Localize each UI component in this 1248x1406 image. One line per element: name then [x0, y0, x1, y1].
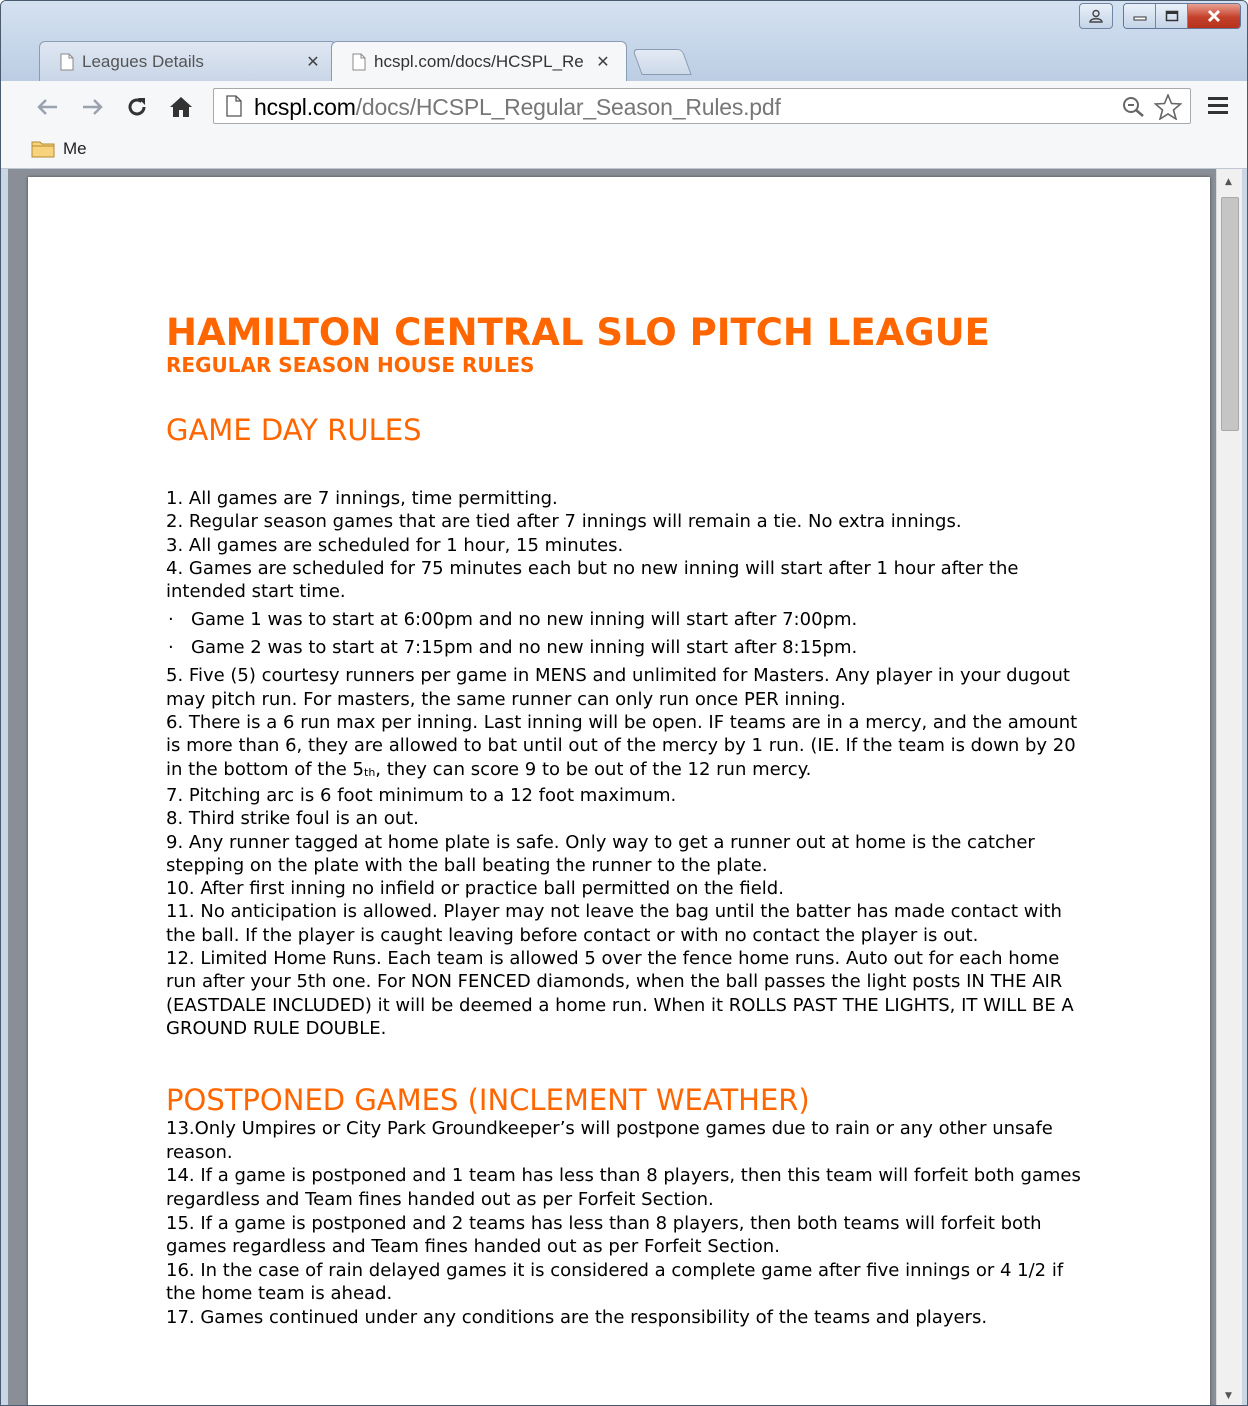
rule-15: 15. If a game is postponed and 2 teams h… — [166, 1212, 1042, 1258]
forward-button[interactable] — [79, 93, 107, 121]
document-subtitle: REGULAR SEASON HOUSE RULES — [166, 353, 535, 377]
rule-14: 14. If a game is postponed and 1 team ha… — [166, 1165, 1081, 1211]
rule-7: 7. Pitching arc is 6 foot minimum to a 1… — [166, 784, 677, 806]
rule-11: 11. No anticipation is allowed. Player m… — [166, 901, 1062, 946]
tab-hcspl-pdf[interactable]: hcspl.com/docs/HCSPL_Re ✕ — [331, 41, 627, 81]
page-icon — [226, 95, 242, 117]
bookmark-folder-me[interactable]: Me — [31, 139, 87, 159]
scrollbar-thumb[interactable] — [1221, 197, 1239, 431]
pdf-viewport[interactable]: HAMILTON CENTRAL SLO PITCH LEAGUE REGULA… — [8, 169, 1242, 1405]
scroll-up-arrow-icon[interactable]: ▲ — [1225, 177, 1232, 187]
address-bar[interactable]: hcspl.com/docs/HCSPL_Regular_Season_Rule… — [213, 88, 1191, 124]
vertical-scrollbar[interactable]: ▲ ▼ — [1216, 169, 1242, 1405]
toolbar: hcspl.com/docs/HCSPL_Regular_Season_Rule… — [1, 81, 1247, 133]
browser-window: Leagues Details ✕ hcspl.com/docs/HCSPL_R… — [0, 0, 1248, 1406]
scroll-down-arrow-icon[interactable]: ▼ — [1225, 1391, 1232, 1401]
bullet-game-1: · Game 1 was to start at 6:00pm and no ne… — [166, 608, 1086, 631]
zoom-icon[interactable] — [1122, 96, 1146, 118]
rule-16: 16. In the case of rain delayed games it… — [166, 1259, 1064, 1305]
bullet-dot: · — [168, 637, 174, 659]
rule-3: 3. All games are scheduled for 1 hour, 1… — [166, 534, 624, 556]
tab-close-icon[interactable]: ✕ — [302, 52, 324, 72]
section-heading-game-day: GAME DAY RULES — [166, 413, 422, 447]
document-content: HAMILTON CENTRAL SLO PITCH LEAGUE REGULA… — [166, 313, 1086, 1330]
bullet-text: Game 1 was to start at 6:00pm and no new… — [191, 609, 858, 631]
title-bar: Leagues Details ✕ hcspl.com/docs/HCSPL_R… — [1, 1, 1247, 81]
minimize-button[interactable] — [1124, 4, 1156, 28]
back-button[interactable] — [33, 93, 61, 121]
bullet-dot: · — [168, 609, 174, 631]
bookmark-star-icon[interactable] — [1154, 94, 1182, 120]
rule-6-suffix: th — [364, 765, 376, 779]
rule-12: 12. Limited Home Runs. Each team is allo… — [166, 948, 1074, 1039]
rule-6-text-b: , they can score 9 to be out of the 12 r… — [375, 758, 812, 780]
tab-title: Leagues Details — [82, 51, 204, 71]
forward-arrow-icon — [83, 99, 103, 115]
bookmarks-bar: Me — [1, 133, 1247, 169]
rule-9: 9. Any runner tagged at home plate is sa… — [166, 831, 1035, 876]
window-controls — [1079, 3, 1241, 39]
rule-17: 17. Games continued under any conditions… — [166, 1306, 988, 1328]
close-window-button[interactable] — [1188, 4, 1240, 28]
rule-8: 8. Third strike foul is an out. — [166, 808, 419, 830]
maximize-icon — [1165, 10, 1178, 22]
page-icon — [60, 53, 74, 70]
rules-list: 1. All games are 7 innings, time permitt… — [166, 487, 1086, 1040]
bullet-text: Game 2 was to start at 7:15pm and no new… — [191, 637, 858, 659]
rule-5: 5. Five (5) courtesy runners per game in… — [166, 665, 1070, 710]
close-icon — [1207, 9, 1221, 23]
pdf-page: HAMILTON CENTRAL SLO PITCH LEAGUE REGULA… — [28, 177, 1210, 1405]
folder-icon — [31, 141, 55, 158]
rule-1: 1. All games are 7 innings, time permitt… — [166, 488, 558, 509]
url-host: hcspl.com — [254, 94, 356, 120]
document-title: HAMILTON CENTRAL SLO PITCH LEAGUE — [166, 311, 990, 354]
window-button-group — [1123, 3, 1241, 29]
rule-13: 13.Only Umpires or City Park Groundkeepe… — [166, 1118, 1053, 1163]
tab-title: hcspl.com/docs/HCSPL_Re — [374, 51, 584, 71]
section-heading-postponed: POSTPONED GAMES (INCLEMENT WEATHER) — [166, 1083, 810, 1118]
reload-button[interactable] — [123, 93, 151, 121]
rule-6: 6. There is a 6 run max per inning. Last… — [166, 711, 1086, 784]
back-arrow-icon — [37, 99, 57, 115]
rule-4: 4. Games are scheduled for 75 minutes ea… — [166, 557, 1019, 603]
url-text: hcspl.com/docs/HCSPL_Regular_Season_Rule… — [254, 94, 781, 121]
minimize-icon — [1133, 16, 1146, 21]
postponed-rules-list: 13.Only Umpires or City Park Groundkeepe… — [166, 1117, 1086, 1329]
bookmark-label: Me — [63, 139, 87, 158]
reload-icon — [128, 98, 146, 116]
rule-10: 10. After first inning no infield or pra… — [166, 878, 784, 900]
menu-icon[interactable] — [1207, 95, 1229, 117]
profile-button[interactable] — [1079, 3, 1113, 29]
maximize-button[interactable] — [1156, 4, 1188, 28]
url-path: /docs/HCSPL_Regular_Season_Rules.pdf — [355, 94, 781, 120]
bullet-game-2: · Game 2 was to start at 7:15pm and no ne… — [166, 636, 1086, 659]
user-icon — [1089, 9, 1103, 23]
tab-leagues-details[interactable]: Leagues Details ✕ — [39, 41, 337, 81]
home-icon — [170, 97, 192, 117]
rule-2: 2. Regular season games that are tied af… — [166, 511, 962, 533]
new-tab-button[interactable] — [632, 49, 692, 75]
page-icon — [352, 53, 366, 70]
tab-close-icon[interactable]: ✕ — [592, 52, 614, 72]
home-button[interactable] — [167, 93, 195, 121]
